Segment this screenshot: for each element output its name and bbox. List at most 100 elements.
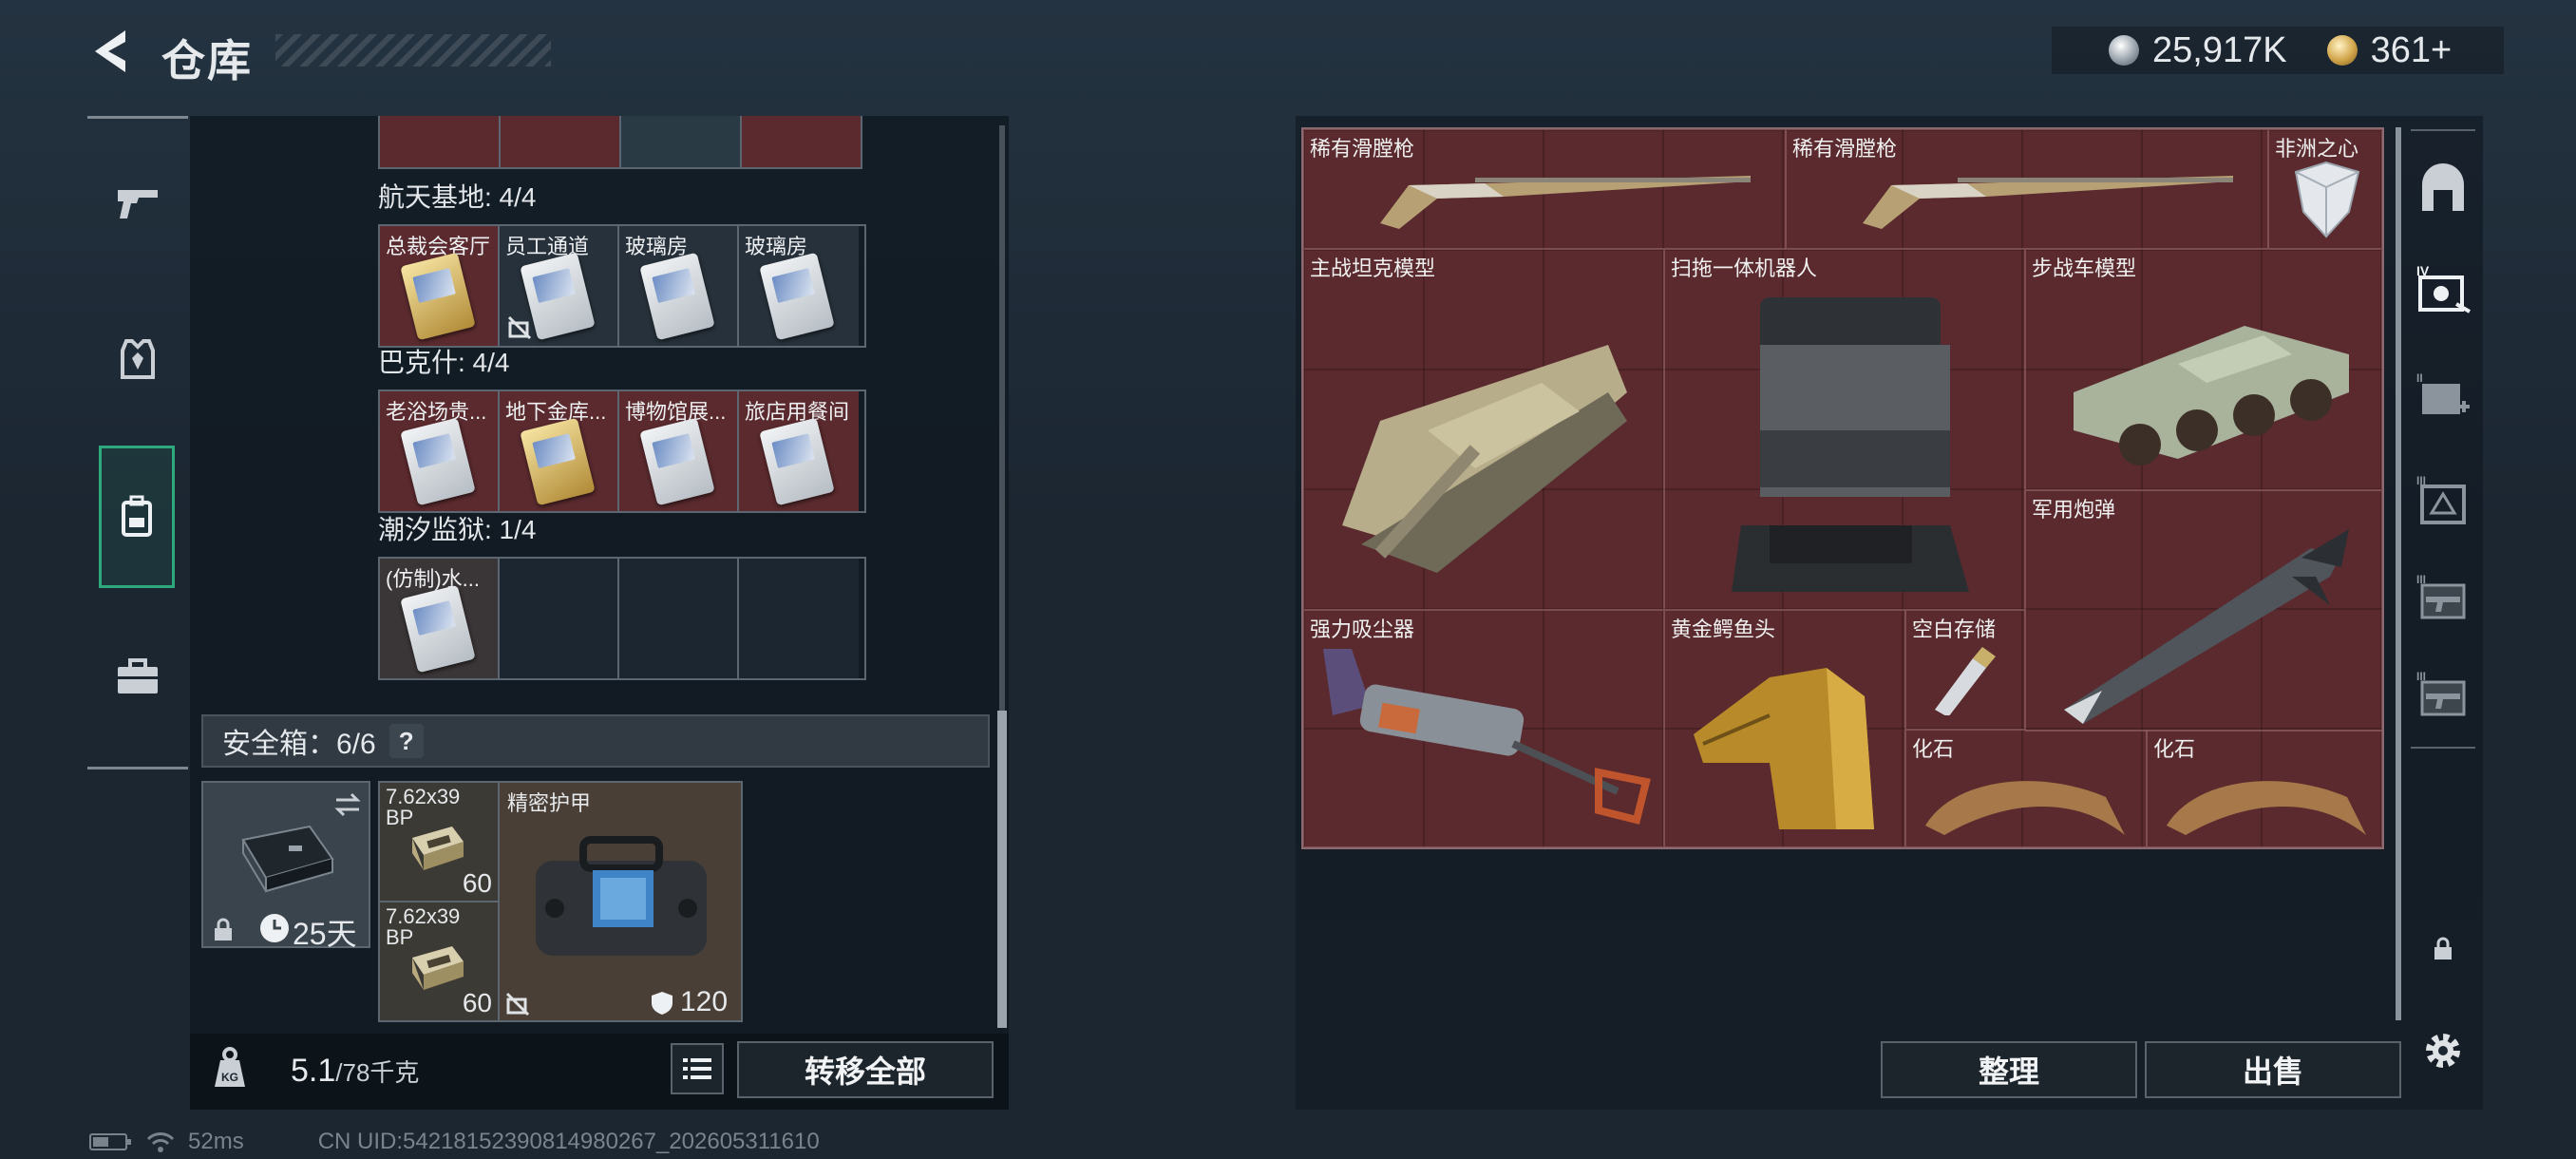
musket-image [1863,176,2233,229]
settings-button[interactable] [2415,1022,2472,1079]
silver-coin-icon [2109,35,2139,66]
ammo-count: 60 [462,868,492,898]
rail-item-stash-4[interactable]: IV [2415,260,2472,317]
gun-icon [118,190,158,218]
rail-item-locked[interactable] [2415,925,2472,973]
medkit-icon: II [2416,371,2470,414]
back-arrow-icon [95,30,125,72]
key-cell[interactable]: 玻璃房 [619,226,739,346]
empty-key-slot[interactable] [619,559,739,678]
stash-tab-rail: IV II III III III [2405,116,2481,1110]
stash-scrollbar[interactable] [2396,127,2401,1020]
stash-tier-4-icon: IV [2416,263,2471,314]
key-cell[interactable]: 员工通道 [500,226,619,346]
vacuum-image [1323,649,1651,825]
ifv-image [2074,326,2349,466]
armor-slot[interactable]: 精密护甲 120 [500,783,741,1020]
battery-icon [89,1133,131,1150]
category-sidebar [87,116,188,770]
rail-item-weapon-stash-2[interactable]: III [2415,667,2472,724]
key-cell[interactable]: 博物馆展... [619,391,739,511]
clock-icon [260,914,289,942]
stash-item-vacuum-cleaner[interactable]: 强力吸尘器 [1303,610,1664,847]
key-cell[interactable]: 玻璃房 [739,226,859,346]
sidebar-item-tools[interactable] [101,639,175,713]
stash-item-musket[interactable]: 稀有滑膛枪 [1303,129,1786,249]
stash-item-fossil[interactable]: 化石 [1905,730,2147,847]
rail-item-weapon-stash[interactable]: III [2415,570,2472,627]
transfer-all-button[interactable]: 转移全部 [737,1041,994,1098]
back-button[interactable] [87,27,133,76]
key-cell[interactable]: 总裁会客厅 [380,226,500,346]
safe-box-duration: 25天 [293,917,357,951]
sidebar-item-backpack[interactable] [99,446,175,588]
key-cell[interactable]: 旅店用餐间 [739,391,859,511]
list-view-button[interactable] [671,1043,724,1094]
ammo-slot[interactable]: 7.62x39 BP 60 [380,783,500,902]
keycard-image [520,417,596,506]
weapon-stash-icon: III [2416,573,2466,619]
safe-box-container[interactable]: 25天 [201,781,370,951]
keycard-image [400,417,476,506]
rail-item-armor-stash[interactable]: III [2415,473,2472,530]
empty-key-slot[interactable] [739,559,859,678]
stash-item-tank-model[interactable]: 主战坦克模型 [1303,249,1664,610]
stash-item-ifv-model[interactable]: 步战车模型 [2025,249,2382,490]
missile-image [2064,529,2349,724]
key-grid: 总裁会客厅 员工通道 玻璃房 玻璃房 [378,224,866,348]
sort-button[interactable]: 整理 [1881,1041,2137,1098]
uid-readout: CN UID:54218152390814980267_202605311610 [317,1129,820,1154]
backpack-scroll-thumb[interactable] [997,711,1007,1028]
item-label: 主战坦克模型 [1310,256,1436,280]
keycard-image [639,252,715,341]
armor-bag-image [536,836,707,956]
svg-text:III: III [2416,573,2426,586]
safe-box-grid: 7.62x39 BP 60 7.62x39 BP 60 精密护甲 120 [378,781,743,1022]
key-cell[interactable]: 地下金库... [500,391,619,511]
key-cell[interactable]: (仿制)水... [380,559,500,678]
sidebar-item-armor[interactable] [101,322,175,396]
page-title: 仓库 [161,36,253,86]
ammo-slot[interactable]: 7.62x39 BP 60 [380,902,500,1020]
empty-key-slot[interactable] [500,559,619,678]
key-group-title: 潮汐监狱: 1/4 [378,515,537,544]
key-group-title: 巴克什: 4/4 [378,348,510,377]
stash-item-heart-of-africa[interactable]: 非洲之心 [2268,129,2382,249]
stash-item-fossil[interactable]: 化石 [2147,730,2382,847]
key-cell[interactable] [621,116,742,167]
rail-item-medical[interactable]: II [2415,369,2472,426]
rail-item-warehouse[interactable] [2415,160,2472,217]
keycard-image [759,252,835,341]
stash-item-musket[interactable]: 稀有滑膛枪 [1786,129,2268,249]
key-group-0: 航天基地: 4/4 总裁会客厅 员工通道 玻璃房 玻璃房 [378,177,866,348]
keycard-image [400,584,476,674]
keycard-image [759,417,835,506]
safe-box-title: 安全箱：6/6 [222,729,376,760]
keycard-image [639,417,715,506]
safe-case-image [241,825,334,893]
fossil-claw-image [1925,781,2125,835]
stash-item-robot-vacuum[interactable]: 扫拖一体机器人 [1664,249,2025,610]
swap-icon[interactable] [332,790,363,819]
key-cell[interactable] [742,116,861,167]
sell-button[interactable]: 出售 [2145,1041,2401,1098]
help-button[interactable]: ? [388,724,424,758]
key-cell[interactable] [380,116,501,167]
weapon-stash-icon: III [2416,670,2466,716]
stash-item-blank-storage[interactable]: 空白存储 [1905,610,2025,730]
key-cell[interactable] [501,116,621,167]
stash-item-military-shell[interactable]: 军用炮弹 [2025,490,2382,732]
sidebar-item-weapons[interactable] [101,166,175,240]
keycard-image [400,252,476,341]
armor-label: 精密护甲 [507,791,592,815]
fossil-claw-image [2167,781,2366,835]
rail-divider [2411,129,2475,131]
item-label: 步战车模型 [2032,256,2137,280]
wifi-icon [146,1132,175,1152]
usb-drive-image [1935,647,1996,715]
stash-grid: 稀有滑膛枪 稀有滑膛枪 非洲之心 主战坦克模型 扫拖一体机器人 步战车模型 军用… [1301,127,2384,849]
stash-item-golden-crocodile-head[interactable]: 黄金鳄鱼头 [1664,610,1905,847]
ammo-box-image [412,826,464,870]
key-cell[interactable]: 老浴场贵... [380,391,500,511]
ammo-box-image [412,946,464,990]
